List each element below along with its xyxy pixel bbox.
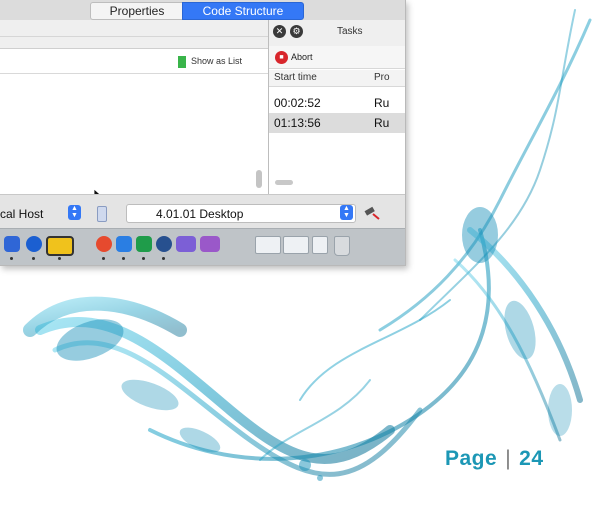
window-thumbnail-icon[interactable] bbox=[312, 236, 328, 254]
host-stepper-icon[interactable]: ▲ ▼ bbox=[68, 205, 81, 220]
running-indicator bbox=[162, 257, 165, 260]
desktop-stepper-icon[interactable]: ▲ ▼ bbox=[340, 205, 353, 220]
window-thumbnail-icon[interactable] bbox=[255, 236, 281, 254]
abort-label: Abort bbox=[291, 52, 313, 62]
tasks-column-header: Start time Pro bbox=[269, 70, 405, 87]
code-structure-panel: Show as List bbox=[0, 20, 268, 204]
structure-view[interactable] bbox=[0, 73, 268, 194]
app-icon[interactable] bbox=[136, 236, 152, 252]
app-icon[interactable] bbox=[200, 236, 220, 252]
column-progress[interactable]: Pro bbox=[374, 72, 390, 83]
bottom-toolbar: cal Host ▲ ▼ 4.01.01 Desktop ▲ ▼ bbox=[0, 194, 405, 229]
divider bbox=[0, 36, 268, 37]
abort-icon: ■ bbox=[275, 51, 288, 64]
tasks-title: Tasks bbox=[337, 26, 363, 37]
tasks-panel: ✕ ⚙ Tasks ■ Abort Start time Pro 00:02:5… bbox=[268, 20, 405, 194]
close-icon[interactable]: ✕ bbox=[273, 25, 286, 38]
app-icon[interactable] bbox=[4, 236, 20, 252]
column-start-time[interactable]: Start time bbox=[274, 72, 317, 83]
trash-icon[interactable] bbox=[334, 236, 350, 256]
panel-toolbar bbox=[0, 20, 268, 49]
device-icon bbox=[97, 206, 107, 222]
dock bbox=[0, 228, 405, 265]
app-icon[interactable] bbox=[46, 236, 74, 256]
show-as-list-toggle[interactable]: Show as List bbox=[178, 53, 242, 69]
vertical-scrollbar[interactable] bbox=[256, 170, 262, 188]
window-thumbnail-icon[interactable] bbox=[283, 236, 309, 254]
host-select-label[interactable]: cal Host bbox=[0, 207, 43, 221]
tab-properties[interactable]: Properties bbox=[90, 2, 184, 20]
running-indicator bbox=[122, 257, 125, 260]
app-icon[interactable] bbox=[116, 236, 132, 252]
page-separator: | bbox=[505, 447, 512, 470]
tool-icon[interactable] bbox=[363, 205, 381, 220]
show-as-list-label: Show as List bbox=[191, 56, 243, 66]
tasks-header: ✕ ⚙ Tasks bbox=[269, 20, 405, 47]
status-cell: Ru bbox=[374, 116, 390, 130]
tab-bar: Properties Code Structure bbox=[0, 0, 405, 20]
page-number: 24 bbox=[519, 447, 544, 470]
app-icon[interactable] bbox=[156, 236, 172, 252]
running-indicator bbox=[58, 257, 61, 260]
list-swatch-icon bbox=[178, 55, 186, 68]
app-window: Properties Code Structure Show as List ✕… bbox=[0, 0, 406, 266]
table-row[interactable]: 00:02:52 Ru bbox=[269, 93, 405, 113]
settings-icon[interactable]: ⚙ bbox=[290, 25, 303, 38]
start-time-cell: 00:02:52 bbox=[274, 96, 321, 110]
start-time-cell: 01:13:56 bbox=[274, 116, 321, 130]
page-word: Page bbox=[445, 447, 498, 470]
status-cell: Ru bbox=[374, 96, 390, 110]
abort-button[interactable]: ■ Abort bbox=[269, 46, 405, 69]
page-number-label: Page | 24 bbox=[445, 447, 544, 471]
app-icon[interactable] bbox=[96, 236, 112, 252]
running-indicator bbox=[102, 257, 105, 260]
running-indicator bbox=[32, 257, 35, 260]
running-indicator bbox=[142, 257, 145, 260]
horizontal-scrollbar[interactable] bbox=[275, 180, 293, 185]
desktop-select-label: 4.01.01 Desktop bbox=[156, 207, 244, 221]
running-indicator bbox=[10, 257, 13, 260]
tab-code-structure[interactable]: Code Structure bbox=[182, 2, 304, 20]
table-row[interactable]: 01:13:56 Ru bbox=[269, 113, 405, 133]
app-icon[interactable] bbox=[26, 236, 42, 252]
app-icon[interactable] bbox=[176, 236, 196, 252]
